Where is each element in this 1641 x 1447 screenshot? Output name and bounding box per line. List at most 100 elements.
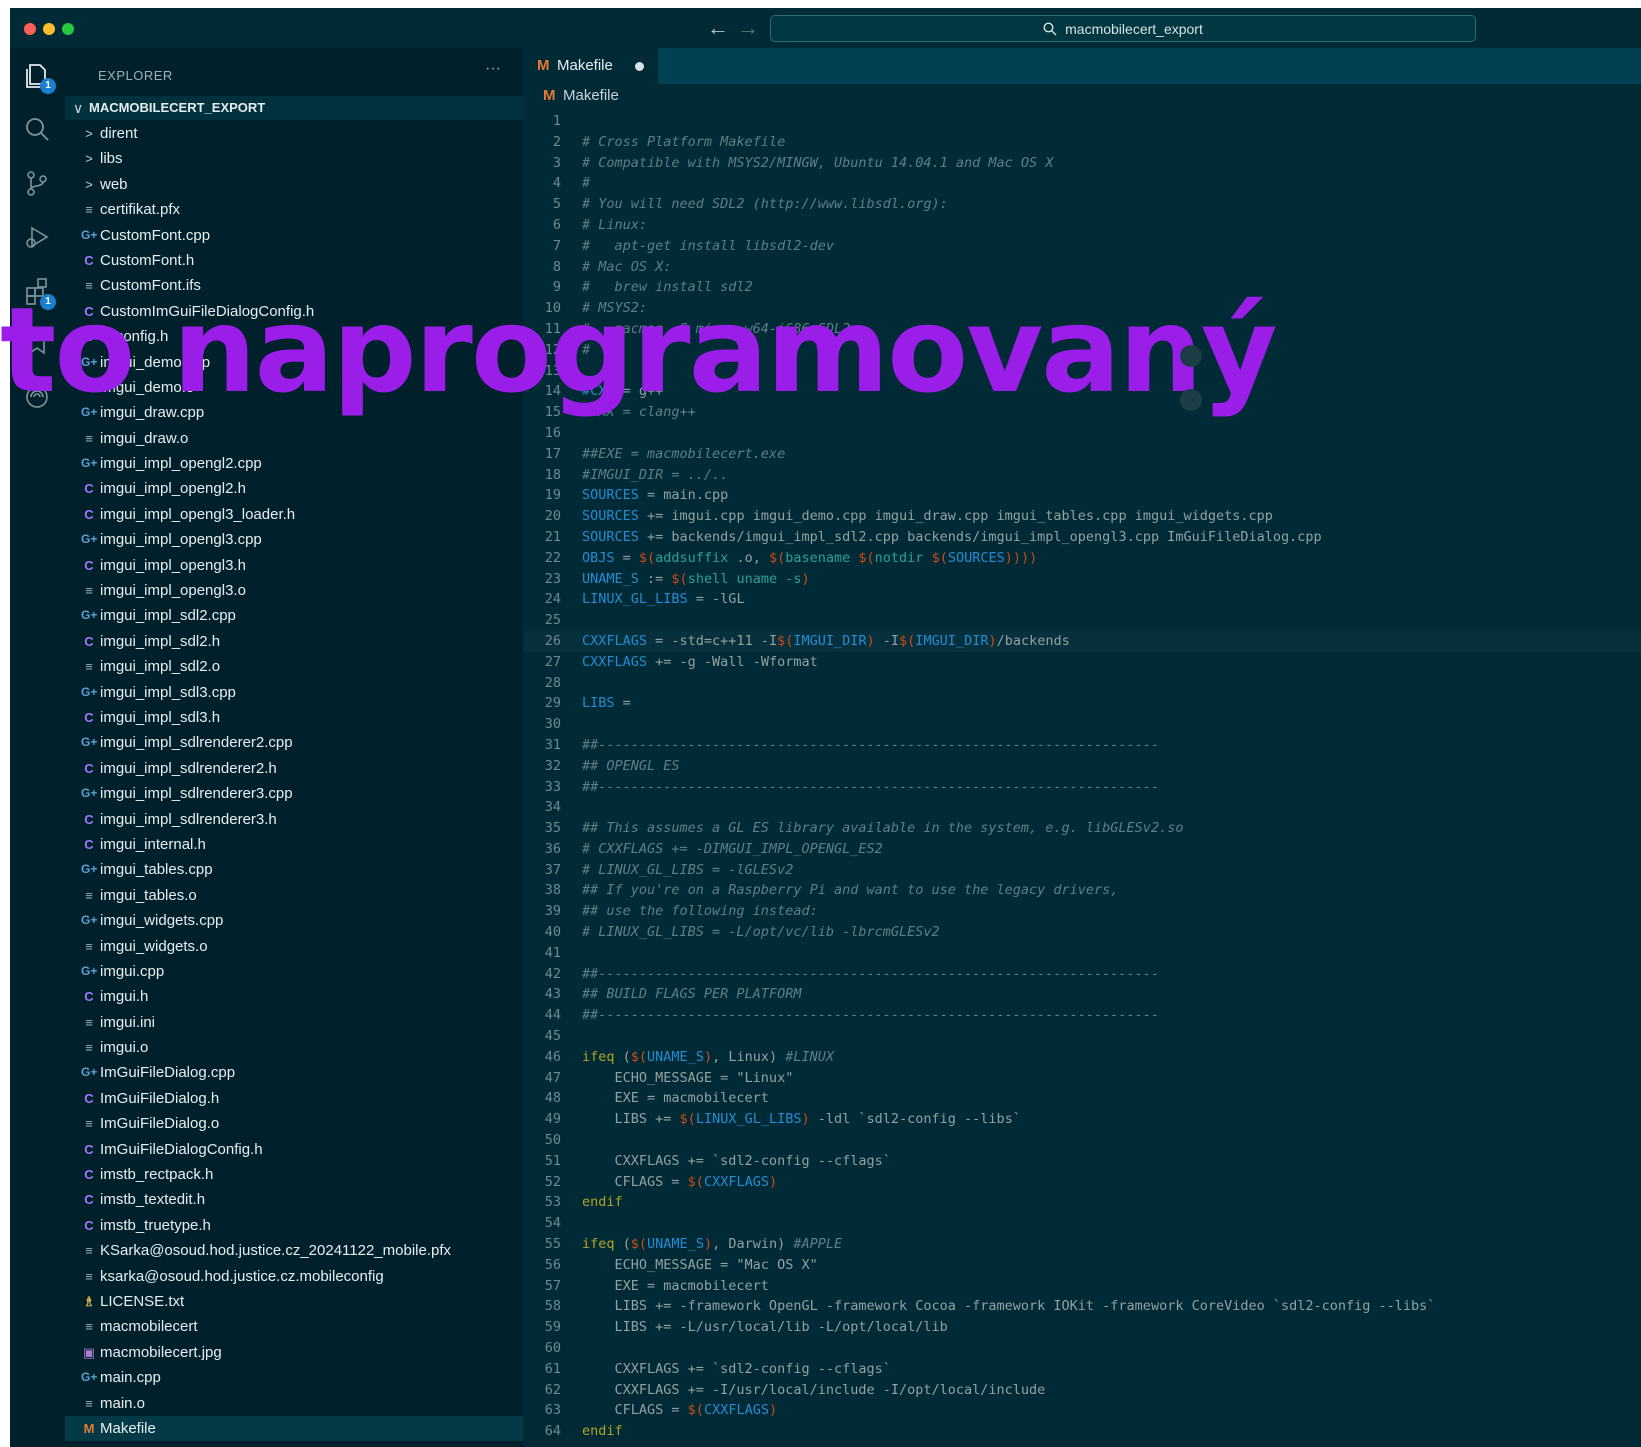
- file-item[interactable]: ≡ imgui_widgets.o: [65, 934, 523, 959]
- code-line[interactable]: 17 ##EXE = macmobilecert.exe: [523, 444, 1641, 465]
- code-line[interactable]: 24 LINUX_GL_LIBS = -lGL: [523, 589, 1641, 610]
- file-item[interactable]: ♗ LICENSE.txt: [65, 1289, 523, 1314]
- code-line[interactable]: 4 #: [523, 173, 1641, 194]
- file-item[interactable]: ≡ KSarka@osoud.hod.justice.cz_20241122_mo…: [65, 1238, 523, 1263]
- code-line[interactable]: 40 # LINUX_GL_LIBS = -L/opt/vc/lib -lbrcm…: [523, 922, 1641, 943]
- folder-item[interactable]: > web: [65, 172, 523, 197]
- file-item[interactable]: G+ main.cpp: [65, 1365, 523, 1390]
- file-item[interactable]: Cimgui_impl_opengl3.h: [65, 553, 523, 578]
- folder-item[interactable]: > dirent: [65, 121, 523, 146]
- file-item[interactable]: Cimstb_truetype.h: [65, 1213, 523, 1238]
- code-line[interactable]: 29 LIBS =: [523, 693, 1641, 714]
- file-item[interactable]: C CustomFont.h: [65, 248, 523, 273]
- code-line[interactable]: 23 UNAME_S := $(shell uname -s): [523, 569, 1641, 590]
- file-item[interactable]: ≡ ksarka@osoud.hod.justice.cz.mobileconfi…: [65, 1264, 523, 1289]
- file-item[interactable]: ≡ ImGuiFileDialog.o: [65, 1111, 523, 1136]
- code-line[interactable]: 55 ifeq ($(UNAME_S), Darwin) #APPLE: [523, 1234, 1641, 1255]
- code-line[interactable]: 3 # Compatible with MSYS2/MINGW, Ubuntu 1…: [523, 153, 1641, 174]
- code-line[interactable]: 20 SOURCES += imgui.cpp imgui_demo.cpp im…: [523, 506, 1641, 527]
- file-item[interactable]: Cimgui_internal.h: [65, 832, 523, 857]
- code-line[interactable]: 36 # CXXFLAGS += -DIMGUI_IMPL_OPENGL_ES2: [523, 839, 1641, 860]
- file-item[interactable]: G+ imgui_impl_sdl3.cpp: [65, 680, 523, 705]
- code-line[interactable]: 46 ifeq ($(UNAME_S), Linux) #LINUX: [523, 1047, 1641, 1068]
- code-line[interactable]: 1: [523, 111, 1641, 132]
- code-line[interactable]: 42 ##------------------------------------…: [523, 964, 1641, 985]
- file-item[interactable]: G+ imgui_tables.cpp: [65, 857, 523, 882]
- code-line[interactable]: 35 ## This assumes a GL ES library availa…: [523, 818, 1641, 839]
- code-line[interactable]: 7 # apt-get install libsdl2-dev: [523, 236, 1641, 257]
- code-line[interactable]: 5 # You will need SDL2 (http://www.libsdl…: [523, 194, 1641, 215]
- file-item[interactable]: ≡ imgui_tables.o: [65, 883, 523, 908]
- code-line[interactable]: 56 ECHO_MESSAGE = "Mac OS X": [523, 1255, 1641, 1276]
- file-item[interactable]: G+ imgui_impl_sdlrenderer2.cpp: [65, 730, 523, 755]
- file-item[interactable]: Cimstb_rectpack.h: [65, 1162, 523, 1187]
- file-item[interactable]: ≡ imgui.ini: [65, 1010, 523, 1035]
- files-icon[interactable]: 1: [22, 60, 56, 94]
- run-debug-icon[interactable]: [22, 222, 52, 252]
- code-line[interactable]: 59 LIBS += -L/usr/local/lib -L/opt/local…: [523, 1317, 1641, 1338]
- code-line[interactable]: 64 endif: [523, 1421, 1641, 1442]
- minimize-window-button[interactable]: [43, 23, 55, 35]
- file-item[interactable]: Cimgui_impl_opengl3_loader.h: [65, 502, 523, 527]
- code-line[interactable]: 51 CXXFLAGS += `sdl2-config --cflags`: [523, 1151, 1641, 1172]
- code-line[interactable]: 57 EXE = macmobilecert: [523, 1276, 1641, 1297]
- command-center-search[interactable]: macmobilecert_export: [770, 15, 1476, 42]
- code-line[interactable]: 19 SOURCES = main.cpp: [523, 485, 1641, 506]
- file-item[interactable]: Cimgui_impl_sdlrenderer2.h: [65, 756, 523, 781]
- code-line[interactable]: 27 CXXFLAGS += -g -Wall -Wformat: [523, 652, 1641, 673]
- code-line[interactable]: 52 CFLAGS = $(CXXFLAGS): [523, 1172, 1641, 1193]
- file-item[interactable]: ≡ macmobilecert: [65, 1314, 523, 1339]
- code-line[interactable]: 21 SOURCES += backends/imgui_impl_sdl2.cp…: [523, 527, 1641, 548]
- file-item[interactable]: ≡ imgui_impl_sdl2.o: [65, 654, 523, 679]
- code-line[interactable]: 58 LIBS += -framework OpenGL -framework …: [523, 1296, 1641, 1317]
- file-item[interactable]: Cimstb_textedit.h: [65, 1187, 523, 1212]
- file-item[interactable]: G+ imgui_impl_opengl3.cpp: [65, 527, 523, 552]
- file-item[interactable]: G+ CustomFont.cpp: [65, 223, 523, 248]
- file-item[interactable]: G+ imgui_impl_sdlrenderer3.cpp: [65, 781, 523, 806]
- file-item[interactable]: ▣ macmobilecert.jpg: [65, 1340, 523, 1365]
- code-line[interactable]: 6 # Linux:: [523, 215, 1641, 236]
- code-line[interactable]: 32 ## OPENGL ES: [523, 756, 1641, 777]
- code-line[interactable]: 62 CXXFLAGS += -I/usr/local/include -I/o…: [523, 1380, 1641, 1401]
- code-line[interactable]: 49 LIBS += $(LINUX_GL_LIBS) -ldl `sdl2-c…: [523, 1109, 1641, 1130]
- code-line[interactable]: 60: [523, 1338, 1641, 1359]
- file-item[interactable]: G+ imgui_impl_opengl2.cpp: [65, 451, 523, 476]
- arrow-left-icon[interactable]: ←: [707, 16, 729, 40]
- code-line[interactable]: 16: [523, 423, 1641, 444]
- file-item[interactable]: C ImGuiFileDialogConfig.h: [65, 1137, 523, 1162]
- code-line[interactable]: 37 # LINUX_GL_LIBS = -lGLESv2: [523, 860, 1641, 881]
- zoom-window-button[interactable]: [62, 23, 74, 35]
- code-line[interactable]: 47 ECHO_MESSAGE = "Linux": [523, 1068, 1641, 1089]
- file-item[interactable]: ≡ imgui_impl_opengl3.o: [65, 578, 523, 603]
- code-line[interactable]: 30: [523, 714, 1641, 735]
- file-item[interactable]: ≡ main.o: [65, 1391, 523, 1416]
- code-line[interactable]: 8 # Mac OS X:: [523, 257, 1641, 278]
- code-line[interactable]: 31 ##------------------------------------…: [523, 735, 1641, 756]
- code-line[interactable]: 41: [523, 943, 1641, 964]
- code-line[interactable]: 25: [523, 610, 1641, 631]
- file-item[interactable]: Cimgui.h: [65, 984, 523, 1009]
- file-item[interactable]: Cimgui_impl_opengl2.h: [65, 476, 523, 501]
- file-item[interactable]: C ImGuiFileDialog.h: [65, 1086, 523, 1111]
- code-line[interactable]: 22 OBJS = $(addsuffix .o, $(basename $(no…: [523, 548, 1641, 569]
- file-item[interactable]: Cimgui_impl_sdl2.h: [65, 629, 523, 654]
- code-line[interactable]: 54: [523, 1213, 1641, 1234]
- code-line[interactable]: 50: [523, 1130, 1641, 1151]
- file-item[interactable]: ≡ imgui_draw.o: [65, 426, 523, 451]
- code-line[interactable]: 48 EXE = macmobilecert: [523, 1088, 1641, 1109]
- code-line[interactable]: 18 #IMGUI_DIR = ../..: [523, 465, 1641, 486]
- code-line[interactable]: 26 CXXFLAGS = -std=c++11 -I$(IMGUI_DIR) -…: [523, 630, 1641, 652]
- code-line[interactable]: 34: [523, 797, 1641, 818]
- code-line[interactable]: 61 CXXFLAGS += `sdl2-config --cflags`: [523, 1359, 1641, 1380]
- code-line[interactable]: 33 ##------------------------------------…: [523, 777, 1641, 798]
- search-icon[interactable]: [22, 114, 52, 144]
- code-line[interactable]: 38 ## If you're on a Raspberry Pi and wan…: [523, 880, 1641, 901]
- file-item[interactable]: G+ imgui_impl_sdl2.cpp: [65, 603, 523, 628]
- more-actions-icon[interactable]: ···: [485, 60, 501, 78]
- unsaved-dot-icon[interactable]: [635, 62, 644, 71]
- file-item[interactable]: Cimgui_impl_sdl3.h: [65, 705, 523, 730]
- code-line[interactable]: 28: [523, 673, 1641, 694]
- file-item[interactable]: G+ imgui_widgets.cpp: [65, 908, 523, 933]
- workspace-root[interactable]: ∨ MACMOBILECERT_EXPORT: [65, 96, 523, 120]
- code-line[interactable]: 53 endif: [523, 1192, 1641, 1213]
